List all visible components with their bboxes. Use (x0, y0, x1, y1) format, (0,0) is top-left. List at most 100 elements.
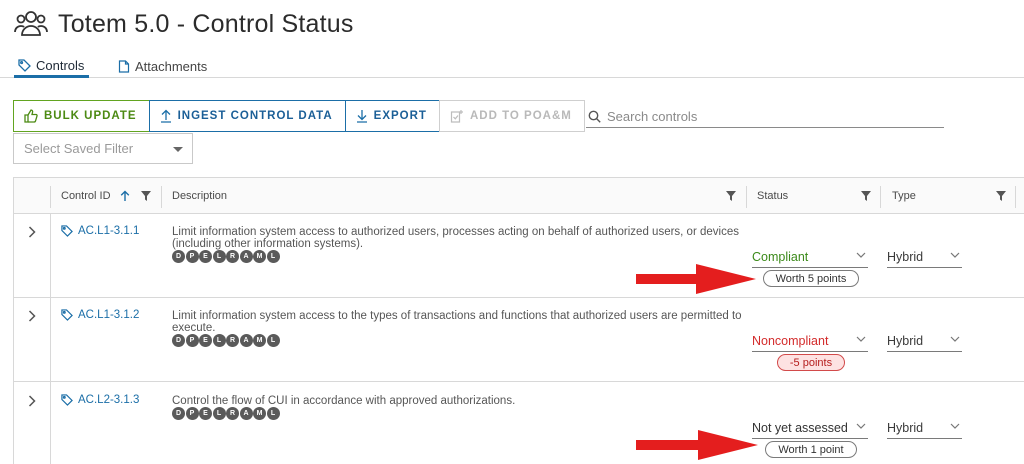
control-id-link[interactable]: AC.L1-3.1.2 (61, 309, 139, 321)
tag-icon (18, 58, 31, 72)
badge: A (239, 407, 253, 420)
add-poam-label: ADD TO POA&M (469, 110, 572, 122)
export-button[interactable]: EXPORT (344, 100, 440, 132)
badge: L (212, 407, 226, 420)
points-badge: Worth 1 point (765, 441, 857, 458)
tab-attachments[interactable]: Attachments (114, 55, 211, 78)
description-header-label: Description (172, 190, 228, 202)
caret-down-icon (173, 147, 183, 152)
filter-funnel-icon[interactable] (141, 191, 151, 201)
column-separator (880, 186, 881, 208)
type-value: Hybrid (887, 333, 924, 348)
status-select[interactable]: Compliant (752, 246, 868, 268)
badge: A (239, 334, 253, 347)
toolbar: BULK UPDATE INGEST CONTROL DATA EXPORT A… (13, 100, 585, 132)
document-icon (118, 60, 130, 73)
annotation-arrow-icon (636, 264, 756, 294)
column-header-type[interactable]: Type (892, 178, 916, 214)
chevron-right-icon[interactable] (28, 395, 36, 407)
badge: P (185, 250, 199, 263)
badge: D (172, 334, 185, 347)
bulk-update-button[interactable]: BULK UPDATE (13, 100, 150, 132)
badge: M (253, 250, 266, 263)
badge: D (172, 407, 185, 420)
control-badges: DPELRAML (172, 250, 280, 263)
chevron-right-icon[interactable] (28, 226, 36, 238)
control-description: Limit information system access to the t… (172, 310, 742, 334)
chevron-right-icon[interactable] (28, 310, 36, 322)
ingest-control-data-button[interactable]: INGEST CONTROL DATA (148, 100, 346, 132)
filter-funnel-icon[interactable] (726, 191, 736, 201)
grid-header: Control ID Description Status Type (14, 178, 1024, 214)
add-to-poam-button[interactable]: ADD TO POA&M (438, 100, 585, 132)
sort-ascending-icon[interactable] (120, 190, 130, 202)
status-value: Not yet assessed (752, 420, 848, 435)
control-id-link[interactable]: AC.L1-3.1.1 (61, 225, 139, 237)
type-value: Hybrid (887, 420, 924, 435)
control-id-text: AC.L2-3.1.3 (78, 394, 140, 406)
saved-filter-select[interactable]: Select Saved Filter (13, 133, 193, 164)
table-row: AC.L1-3.1.2 Limit information system acc… (14, 298, 1024, 382)
badge: R (226, 407, 239, 420)
filter-funnel-icon[interactable] (861, 191, 871, 201)
control-description: Control the flow of CUI in accordance wi… (172, 395, 516, 407)
badge: A (239, 250, 253, 263)
control-id-link[interactable]: AC.L2-3.1.3 (61, 394, 139, 406)
column-header-control-id[interactable]: Control ID (61, 178, 130, 214)
badge: L (212, 334, 226, 347)
tab-controls[interactable]: Controls (14, 55, 89, 78)
badge: E (199, 407, 212, 420)
saved-filter-placeholder: Select Saved Filter (24, 141, 134, 156)
badge: E (199, 250, 212, 263)
column-header-status[interactable]: Status (757, 178, 788, 214)
badge: L (266, 334, 280, 347)
type-select[interactable]: Hybrid (887, 330, 962, 352)
type-select[interactable]: Hybrid (887, 417, 962, 439)
users-group-icon (14, 11, 48, 36)
table-row: AC.L1-3.1.1 Limit information system acc… (14, 214, 1024, 298)
badge: D (172, 250, 185, 263)
points-badge: -5 points (777, 354, 845, 371)
column-header-description[interactable]: Description (172, 178, 227, 214)
tab-attachments-label: Attachments (135, 59, 208, 74)
type-select[interactable]: Hybrid (887, 246, 962, 268)
badge: E (199, 334, 212, 347)
ingest-label: INGEST CONTROL DATA (177, 110, 333, 122)
control-id-text: AC.L1-3.1.1 (78, 225, 140, 237)
control-id-header-label: Control ID (61, 190, 111, 202)
thumbs-up-icon (24, 109, 38, 123)
badge: M (253, 407, 266, 420)
status-select[interactable]: Not yet assessed (752, 417, 868, 439)
status-value: Compliant (752, 249, 809, 264)
badge: P (185, 334, 199, 347)
search-bar (586, 106, 944, 128)
search-input[interactable] (607, 109, 927, 124)
annotation-arrow-icon (636, 430, 758, 460)
control-badges: DPELRAML (172, 334, 280, 347)
chevron-down-icon (950, 252, 960, 258)
bulk-update-label: BULK UPDATE (44, 110, 137, 122)
page-title: Totem 5.0 - Control Status (58, 9, 354, 38)
badge: P (185, 407, 199, 420)
status-select[interactable]: Noncompliant (752, 330, 868, 352)
tag-icon (61, 225, 73, 237)
badge: L (266, 407, 280, 420)
chevron-down-icon (950, 336, 960, 342)
tab-bar: Controls Attachments (0, 50, 1024, 78)
page-header: Totem 5.0 - Control Status (14, 6, 354, 42)
column-separator (50, 186, 51, 208)
tab-controls-label: Controls (36, 57, 85, 73)
type-header-label: Type (892, 190, 916, 202)
controls-grid: Control ID Description Status Type AC.L1… (13, 177, 1024, 464)
column-separator (746, 186, 747, 208)
add-note-icon (450, 110, 463, 123)
filter-funnel-icon[interactable] (996, 191, 1006, 201)
row-divider (50, 382, 51, 464)
badge: L (266, 250, 280, 263)
badge: R (226, 250, 239, 263)
badge: L (212, 250, 226, 263)
badge: M (253, 334, 266, 347)
type-value: Hybrid (887, 249, 924, 264)
control-id-text: AC.L1-3.1.2 (78, 309, 140, 321)
row-divider (50, 298, 51, 381)
